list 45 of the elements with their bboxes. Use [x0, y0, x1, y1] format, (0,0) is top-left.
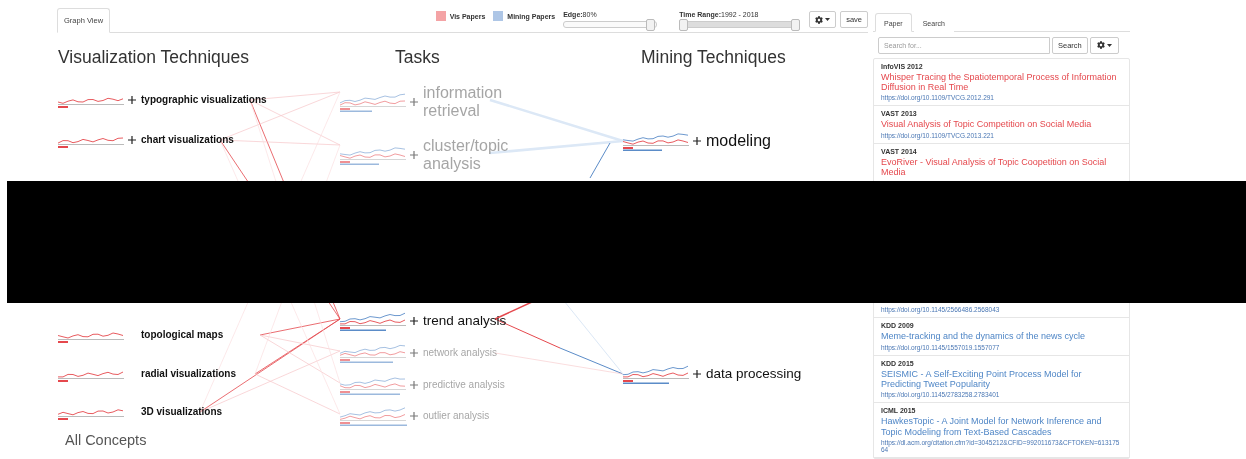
paper-title-link[interactable]: EvoRiver - Visual Analysis of Topic Coopetition on Social Media	[881, 156, 1122, 178]
options-button[interactable]	[1089, 36, 1119, 54]
caret-icon	[1106, 43, 1112, 47]
settings-icon	[1096, 41, 1105, 50]
sparkline-drawing	[340, 311, 407, 331]
settings-button[interactable]	[809, 11, 837, 28]
concept-label[interactable]: predictive analysis	[423, 379, 505, 391]
slider-thumb[interactable]	[679, 19, 689, 31]
edge-slider[interactable]	[563, 21, 658, 28]
sparkline-drawing	[340, 375, 407, 395]
concept-label[interactable]: data processing	[706, 366, 802, 382]
sparkline-drawing	[340, 343, 407, 363]
concept-label[interactable]: typographic visualizations	[141, 94, 267, 106]
paper-title-link[interactable]: Meme-tracking and the dynamics of the news cycle	[881, 331, 1122, 342]
concept-label[interactable]: trend analysis	[423, 313, 507, 329]
time-range-slider[interactable]	[679, 21, 800, 28]
paper-title-link[interactable]: HawkesTopic - A Joint Model for Network Inference and Topic Modeling from Text-Based Cascades	[881, 416, 1122, 437]
concept-label[interactable]: modeling	[706, 131, 771, 151]
concept-label[interactable]: outlier analysis	[423, 410, 490, 422]
concept-label[interactable]: 3D visualizations	[141, 406, 223, 418]
plus-icon[interactable]	[693, 370, 701, 378]
all-concepts-heading: All Concepts	[65, 432, 147, 448]
plus-icon[interactable]	[128, 136, 136, 144]
concept-label[interactable]: topological maps	[141, 329, 224, 341]
sparkline-drawing	[340, 92, 407, 113]
concept-label[interactable]: network analysis	[423, 347, 497, 359]
sparkline-drawing	[623, 131, 690, 151]
slider-thumb[interactable]	[791, 19, 801, 31]
concept-label[interactable]: radial visualizations	[141, 368, 237, 380]
paper-title-link[interactable]: SEISMIC - A Self-Exciting Point Process Model for Predicting Tweet Popularity	[881, 368, 1122, 390]
concept-label[interactable]: chart visualizations	[141, 134, 234, 146]
column-heading: Mining Techniques	[641, 47, 786, 68]
sparkline-drawing	[340, 406, 407, 426]
plus-icon[interactable]	[410, 317, 418, 325]
column-heading: Tasks	[395, 47, 440, 68]
plus-icon[interactable]	[693, 137, 701, 145]
slider-thumb[interactable]	[645, 19, 655, 31]
sparkline-drawing	[340, 145, 407, 166]
settings-icon	[815, 15, 824, 24]
paper-title-link[interactable]: Visual Analysis of Topic Competition on Social Media	[881, 119, 1122, 130]
caret-icon	[825, 18, 831, 21]
sparkline-drawing	[623, 364, 690, 384]
paper-title-link[interactable]: Whisper Tracing the Spatiotemporal Process of Information Diffusion in Real Time	[881, 71, 1122, 93]
column-heading: Visualization Techniques	[58, 47, 249, 68]
plus-icon[interactable]	[128, 96, 136, 104]
